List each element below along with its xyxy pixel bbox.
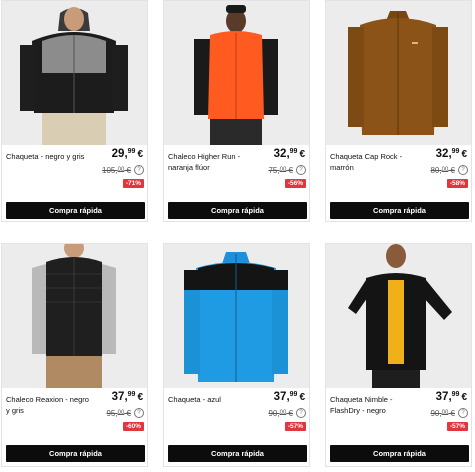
help-icon[interactable]: ? — [458, 165, 468, 175]
product-name[interactable]: Chaleco Reaxion - negro y gris — [6, 394, 92, 416]
discount-badge: -60% — [122, 422, 144, 431]
product-name[interactable]: Chaqueta Cap Rock - marrón — [330, 151, 416, 173]
price: 32,99 € — [435, 148, 467, 160]
product-card[interactable]: Chaleco Higher Run - naranja flúor 32,99… — [163, 0, 310, 222]
price: 29,99 € — [111, 148, 143, 160]
old-price: 90,00 € — [430, 409, 455, 418]
discount-badge: -56% — [284, 179, 306, 188]
quick-buy-button[interactable]: Compra rápida — [6, 445, 145, 462]
help-icon[interactable]: ? — [458, 408, 468, 418]
old-price: 80,00 € — [430, 166, 455, 175]
product-name[interactable]: Chaqueta - azul — [168, 394, 254, 405]
help-icon[interactable]: ? — [134, 165, 144, 175]
quick-buy-button[interactable]: Compra rápida — [330, 445, 469, 462]
price: 37,99 € — [435, 391, 467, 403]
help-icon[interactable]: ? — [134, 408, 144, 418]
old-price: 105,00 € — [102, 166, 131, 175]
discount-badge: -57% — [446, 422, 468, 431]
help-icon[interactable]: ? — [296, 408, 306, 418]
price: 32,99 € — [273, 148, 305, 160]
product-card[interactable]: Chaqueta Nimble - FlashDry - negro 37,99… — [325, 243, 472, 467]
discount-badge: -71% — [122, 179, 144, 188]
product-name[interactable]: Chaqueta - negro y gris — [6, 151, 92, 162]
price: 37,99 € — [273, 391, 305, 403]
help-icon[interactable]: ? — [296, 165, 306, 175]
discount-badge: -58% — [446, 179, 468, 188]
product-card[interactable]: Chaleco Reaxion - negro y gris 37,99 € 95… — [1, 243, 148, 467]
product-card[interactable]: Chaqueta Cap Rock - marrón 32,99 € 80,00 … — [325, 0, 472, 222]
old-price: 75,00 € — [268, 166, 293, 175]
price: 37,99 € — [111, 391, 143, 403]
product-card[interactable]: Chaqueta - negro y gris 29,99 € 105,00 € … — [1, 0, 148, 222]
old-price: 90,00 € — [268, 409, 293, 418]
quick-buy-button[interactable]: Compra rápida — [6, 202, 145, 219]
product-image[interactable] — [164, 1, 309, 145]
product-image[interactable] — [2, 1, 147, 145]
product-image[interactable] — [2, 244, 147, 388]
quick-buy-button[interactable]: Compra rápida — [168, 202, 307, 219]
discount-badge: -57% — [284, 422, 306, 431]
product-image[interactable] — [164, 244, 309, 388]
product-name[interactable]: Chaleco Higher Run - naranja flúor — [168, 151, 254, 173]
product-card[interactable]: Chaqueta - azul 37,99 € 90,00 € ? -57% Co… — [163, 243, 310, 467]
old-price: 95,00 € — [106, 409, 131, 418]
quick-buy-button[interactable]: Compra rápida — [330, 202, 469, 219]
quick-buy-button[interactable]: Compra rápida — [168, 445, 307, 462]
product-name[interactable]: Chaqueta Nimble - FlashDry - negro — [330, 394, 416, 416]
product-image[interactable] — [326, 1, 471, 145]
product-image[interactable] — [326, 244, 471, 388]
